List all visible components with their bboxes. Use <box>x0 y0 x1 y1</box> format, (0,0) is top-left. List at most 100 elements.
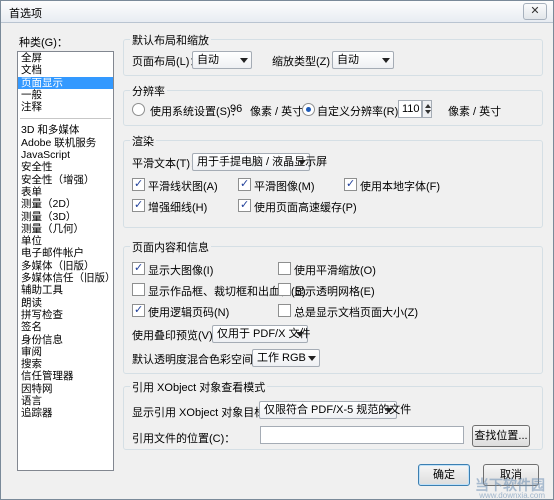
category-item[interactable]: 电子邮件帐户 <box>18 247 113 259</box>
smooth-zoom-checkbox[interactable] <box>278 262 291 275</box>
category-item[interactable]: 注释 <box>18 101 113 113</box>
category-item[interactable]: 辅助工具 <box>18 284 113 296</box>
category-item[interactable]: 审阅 <box>18 346 113 358</box>
blend-space-select[interactable]: 工作 RGB <box>252 349 320 367</box>
system-resolution-value: 96 <box>230 103 243 115</box>
smooth-text-value: 用于手提电脑 / 液晶显示屏 <box>197 156 328 168</box>
category-item[interactable]: 页面显示 <box>18 76 113 89</box>
page-layout-select[interactable]: 自动 <box>192 51 252 69</box>
page-layout-value: 自动 <box>197 54 219 66</box>
category-item[interactable]: 追踪器 <box>18 407 113 419</box>
page-cache-checkbox[interactable] <box>238 198 251 212</box>
zoom-type-label: 缩放类型(Z)： <box>272 56 342 68</box>
chevron-down-icon <box>382 58 390 63</box>
category-item[interactable]: 全屏 <box>18 52 113 64</box>
show-large-images-checkbox[interactable] <box>132 261 145 275</box>
zoom-type-value: 自动 <box>337 54 359 66</box>
file-location-input[interactable] <box>260 426 464 444</box>
close-button[interactable]: ✕ <box>523 3 547 20</box>
group-title: 引用 XObject 对象查看模式 <box>130 379 268 395</box>
xobject-target-select[interactable]: 仅限符合 PDF/X-5 规范的文件 <box>259 401 411 419</box>
browse-button-label: 查找位置... <box>474 430 528 442</box>
zoom-type-select[interactable]: 自动 <box>332 51 394 69</box>
chevron-down-icon <box>308 356 316 361</box>
category-item[interactable]: 因特网 <box>18 383 113 395</box>
group-title: 渲染 <box>130 133 156 149</box>
category-item[interactable]: JavaScript <box>18 149 113 161</box>
window-title: 首选项 <box>9 8 42 20</box>
logical-page-numbers-label: 使用逻辑页码(N) <box>148 307 230 319</box>
resolution-stepper[interactable] <box>422 100 432 118</box>
group-title: 默认布局和缩放 <box>130 32 211 48</box>
chevron-down-icon <box>240 58 248 63</box>
category-item[interactable]: 文档 <box>18 64 113 76</box>
show-large-images-label: 显示大图像(I) <box>148 265 214 277</box>
category-item[interactable]: 测量（3D） <box>18 211 113 223</box>
smooth-images-label: 平滑图像(M) <box>254 181 315 193</box>
watermark-url: www.downxia.com <box>479 491 545 500</box>
category-item[interactable]: 安全性 <box>18 161 113 173</box>
show-art-trim-bleed-checkbox[interactable] <box>132 283 145 296</box>
overprint-label: 使用叠印预览(V)： <box>132 330 224 342</box>
smooth-images-checkbox[interactable] <box>238 177 251 191</box>
rendering-group: 渲染 平滑文本(T)： 用于手提电脑 / 液晶显示屏 平滑线状图(A) 平滑图像… <box>123 133 543 228</box>
smooth-lineart-checkbox[interactable] <box>132 177 145 191</box>
category-item[interactable]: 拼写检查 <box>18 309 113 321</box>
chevron-down-icon <box>298 160 306 165</box>
category-item[interactable]: 安全性（增强） <box>18 174 113 186</box>
smooth-zoom-label: 使用平滑缩放(O) <box>294 265 376 277</box>
category-separator <box>20 118 111 120</box>
category-item[interactable]: 身份信息 <box>18 334 113 346</box>
custom-resolution-value: 110 <box>402 103 420 115</box>
category-item[interactable]: 搜索 <box>18 358 113 370</box>
category-item[interactable]: 测量（2D） <box>18 198 113 210</box>
blend-space-value: 工作 RGB <box>257 352 306 364</box>
group-title: 页面内容和信息 <box>130 239 211 255</box>
logical-page-numbers-checkbox[interactable] <box>132 303 145 317</box>
custom-resolution-radio[interactable] <box>302 103 315 116</box>
category-item[interactable]: 3D 和多媒体 <box>18 124 113 136</box>
custom-resolution-input[interactable]: 110 <box>398 100 422 118</box>
smooth-lineart-label: 平滑线状图(A) <box>148 181 218 193</box>
category-item[interactable]: 一般 <box>18 89 113 101</box>
page-size-label: 总是显示文档页面大小(Z) <box>294 307 419 319</box>
title-bar: 首选项 ✕ <box>1 1 553 23</box>
transparency-grid-checkbox[interactable] <box>278 283 291 296</box>
layout-zoom-group: 默认布局和缩放 页面布局(L)： 自动 缩放类型(Z)： 自动 <box>123 32 543 76</box>
page-cache-label: 使用页面高速缓存(P) <box>254 202 357 214</box>
category-item[interactable]: 表单 <box>18 186 113 198</box>
category-item[interactable]: 多媒体（旧版） <box>18 260 113 272</box>
spin-down-icon <box>425 110 431 114</box>
browse-button[interactable]: 查找位置... <box>472 425 530 447</box>
unit-label: 像素 / 英寸 <box>448 106 502 118</box>
category-item[interactable]: 测量（几何） <box>18 223 113 235</box>
chevron-down-icon <box>385 408 393 413</box>
ok-button[interactable]: 确定 <box>418 464 470 486</box>
local-fonts-checkbox[interactable] <box>344 177 357 191</box>
category-item[interactable]: 多媒体信任（旧版） <box>18 272 113 284</box>
categories-list[interactable]: 全屏 文档 页面显示 一般 注释 3D 和多媒体 Adobe 联机服务 JavaScript 安… <box>17 51 114 471</box>
category-item[interactable]: 语言 <box>18 395 113 407</box>
group-title: 分辨率 <box>130 83 167 99</box>
system-resolution-radio[interactable] <box>132 103 145 116</box>
ok-button-label: 确定 <box>433 469 455 481</box>
page-content-group: 页面内容和信息 显示大图像(I) 使用平滑缩放(O) 显示作品框、裁切框和出血框… <box>123 239 543 374</box>
enhance-thin-lines-label: 增强细线(H) <box>148 202 208 214</box>
chevron-down-icon <box>296 332 304 337</box>
enhance-thin-lines-checkbox[interactable] <box>132 198 145 212</box>
category-item[interactable]: 朗读 <box>18 297 113 309</box>
page-size-checkbox[interactable] <box>278 304 291 317</box>
transparency-grid-label: 显示透明网格(E) <box>294 286 375 298</box>
category-item[interactable]: Adobe 联机服务 <box>18 137 113 149</box>
category-item[interactable]: 签名 <box>18 321 113 333</box>
custom-resolution-label: 自定义分辨率(R)： <box>317 106 410 118</box>
page-layout-label: 页面布局(L)： <box>132 56 201 68</box>
category-item[interactable]: 信任管理器 <box>18 370 113 382</box>
overprint-select[interactable]: 仅用于 PDF/X 文件 <box>212 325 311 343</box>
system-resolution-label: 使用系统设置(S)： <box>150 106 242 118</box>
xobject-group: 引用 XObject 对象查看模式 显示引用 XObject 对象目标(X)： … <box>123 379 543 450</box>
smooth-text-select[interactable]: 用于手提电脑 / 液晶显示屏 <box>192 153 327 171</box>
unit-label: 像素 / 英寸 <box>250 106 304 118</box>
category-item[interactable]: 单位 <box>18 235 113 247</box>
file-location-label: 引用文件的位置(C)： <box>132 433 236 445</box>
